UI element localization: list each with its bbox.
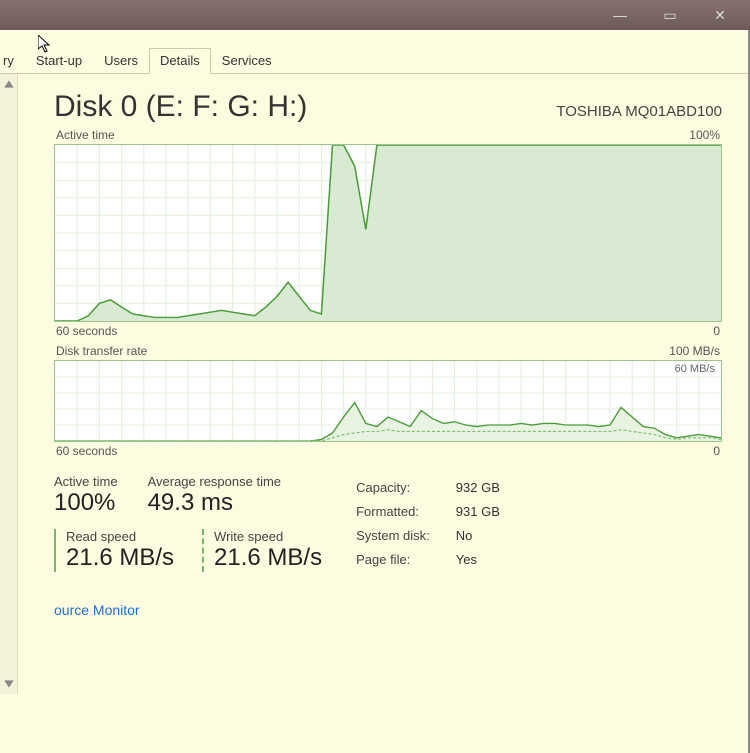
capacity-value: 932 GB [456,476,500,498]
pagefile-value: Yes [456,548,500,570]
table-row: Page file: Yes [356,548,500,570]
tab-app-history[interactable]: ry [0,48,25,74]
chart2-label-top-left: Disk transfer rate [56,344,147,358]
chart2-label-top-right: 100 MB/s [669,344,720,358]
pagefile-label: Page file: [356,548,454,570]
read-speed-value: 21.6 MB/s [66,544,174,572]
scroll-up-icon[interactable] [3,78,15,90]
stats-row: Active time 100% Average response time 4… [54,474,722,572]
transfer-rate-chart: 60 MB/s [54,360,722,442]
close-button[interactable]: ✕ [696,4,744,26]
formatted-value: 931 GB [456,500,500,522]
tab-strip: ry Start-up Users Details Services [0,48,750,74]
read-speed-stat: Read speed 21.6 MB/s [54,529,174,572]
disk-list-scrollbar[interactable] [0,74,18,694]
disk-title: Disk 0 (E: F: G: H:) [54,90,307,124]
write-speed-value: 21.6 MB/s [214,544,322,572]
tab-users[interactable]: Users [93,48,149,74]
system-disk-label: System disk: [356,524,454,546]
read-speed-label: Read speed [66,529,174,544]
titlebar: — ▭ ✕ [0,0,750,30]
scroll-down-icon[interactable] [3,678,15,690]
performance-detail-pane: Disk 0 (E: F: G: H:) TOSHIBA MQ01ABD100 … [18,74,750,694]
tab-services[interactable]: Services [211,48,283,74]
write-speed-stat: Write speed 21.6 MB/s [202,529,322,572]
active-time-value: 100% [54,489,118,517]
avg-response-label: Average response time [148,474,281,489]
write-speed-label: Write speed [214,529,322,544]
active-time-chart [54,144,722,322]
table-row: System disk: No [356,524,500,546]
capacity-label: Capacity: [356,476,454,498]
chart2-label-bottom-left: 60 seconds [56,444,117,458]
system-disk-value: No [456,524,500,546]
chart2-label-bottom-right: 0 [713,444,720,458]
chart2-label-mid-right: 60 MB/s [675,363,715,375]
active-time-chart-block: Active time 100% 60 seconds 0 [54,128,722,338]
transfer-rate-chart-block: Disk transfer rate 100 MB/s 60 MB/s 60 s… [54,344,722,458]
table-row: Capacity: 932 GB [356,476,500,498]
disk-info-table: Capacity: 932 GB Formatted: 931 GB Syste… [354,474,502,572]
menubar-spacer [0,30,750,48]
active-time-label: Active time [54,474,118,489]
chart1-label-bottom-right: 0 [713,324,720,338]
resource-monitor-link[interactable]: ource Monitor [54,602,140,618]
chart1-label-top-left: Active time [56,128,115,142]
tab-startup[interactable]: Start-up [25,48,93,74]
maximize-button[interactable]: ▭ [646,4,694,26]
tab-details[interactable]: Details [149,48,211,74]
avg-response-value: 49.3 ms [148,489,281,517]
chart1-label-bottom-left: 60 seconds [56,324,117,338]
table-row: Formatted: 931 GB [356,500,500,522]
avg-response-stat: Average response time 49.3 ms [148,474,281,517]
formatted-label: Formatted: [356,500,454,522]
minimize-button[interactable]: — [596,4,644,26]
chart1-label-top-right: 100% [689,128,720,142]
disk-model: TOSHIBA MQ01ABD100 [556,103,722,120]
active-time-stat: Active time 100% [54,474,118,517]
